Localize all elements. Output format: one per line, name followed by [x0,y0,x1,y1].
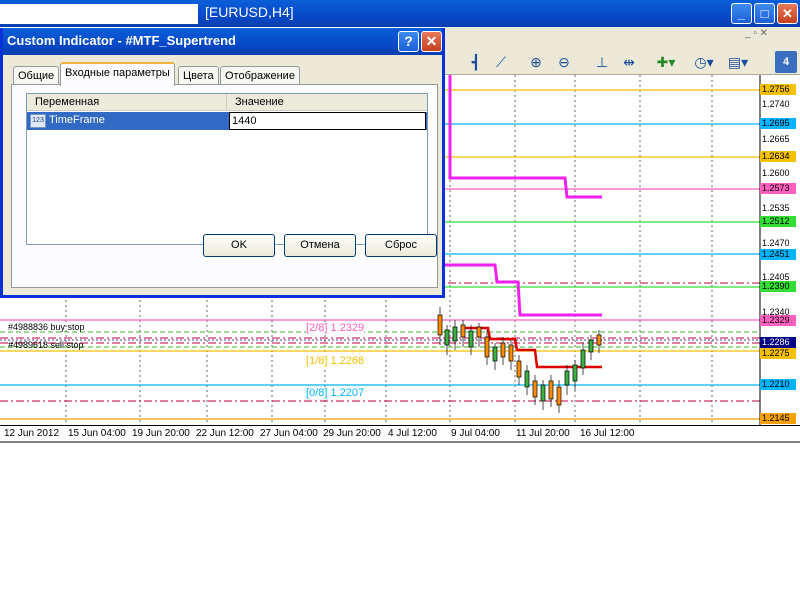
time-tick: 9 Jul 04:00 [451,428,500,439]
parameters-grid: Переменная Значение 123 TimeFrame [26,93,428,245]
cancel-button[interactable]: Отмена [284,234,356,257]
mdi-controls[interactable]: _ ▫ ✕ [745,28,800,44]
price-tick: 1.2535 [762,203,790,213]
murrey-level-label: [2/8] 1.2329 [306,322,365,334]
tab-input-parameters[interactable]: Входные параметры [60,62,175,86]
sell-stop-order-label[interactable]: #4989618 sell stop [8,340,84,350]
tab-colors[interactable]: Цвета [178,66,219,85]
price-level-label: 1.2145 [760,413,796,424]
murrey-level-label: [1/8] 1.2268 [306,355,365,367]
current-price-label: 1.2286 [760,337,796,348]
title-redacted-box [0,4,198,24]
price-level-label: 1.2512 [760,216,796,227]
dialog-close-button[interactable]: ✕ [421,31,442,52]
zoom-in-icon[interactable]: ⊕ [525,51,547,73]
minimize-button[interactable]: _ [731,3,752,24]
maximize-button[interactable]: □ [754,3,775,24]
timeframe-value-input[interactable] [229,112,426,130]
time-tick: 15 Jun 04:00 [68,428,126,439]
column-header-variable[interactable]: Переменная [27,94,227,111]
time-tick: 27 Jun 04:00 [260,428,318,439]
window-title: [EURUSD,H4] [205,4,294,20]
murrey-level-label: [0/8] 1.2207 [306,387,365,399]
time-tick: 16 Jul 12:00 [580,428,635,439]
time-tick: 11 Jul 20:00 [516,428,570,439]
time-tick: 4 Jul 12:00 [388,428,437,439]
dialog-title: Custom Indicator - #MTF_Supertrend [7,33,236,48]
price-tick: 1.2665 [762,134,790,144]
integer-type-icon: 123 [30,114,46,128]
help-badge[interactable]: 4 [775,51,797,73]
tab-general[interactable]: Общие [13,66,60,85]
custom-indicator-dialog: Custom Indicator - #MTF_Supertrend ? ✕ О… [0,28,445,298]
bar-chart-icon[interactable]: ┫ [465,51,487,73]
dialog-title-bar[interactable]: Custom Indicator - #MTF_Supertrend ? ✕ [3,28,442,55]
price-tick: 1.2740 [762,99,790,109]
ok-button[interactable]: OK [203,234,275,257]
price-tick: 1.2470 [762,238,790,248]
variable-name: TimeFrame [49,114,105,126]
price-level-label: 1.2329 [760,315,796,326]
table-row[interactable]: 123 TimeFrame [27,112,427,130]
indicators-icon[interactable]: ✚▾ [655,51,677,73]
column-header-value[interactable]: Значение [227,94,427,111]
toolbar: _ ▫ ✕ ┫ ⟋ ⊕ ⊖ ⊥ ⇹ ✚▾ ◷▾ ▤▾ 4 [445,27,800,75]
tab-panel: Переменная Значение 123 TimeFrame [11,84,438,288]
reset-button[interactable]: Сброс [365,234,437,257]
price-tick: 1.2600 [762,168,790,178]
time-tick: 12 Jun 2012 [4,428,60,439]
main-title-bar: [EURUSD,H4] _ □ ✕ [0,0,800,27]
price-level-label: 1.2695 [760,118,796,129]
line-chart-icon[interactable]: ⟋ [490,51,512,73]
time-axis: 12 Jun 2012 15 Jun 04:00 19 Jun 20:00 22… [0,425,800,441]
help-button[interactable]: ? [398,31,419,52]
chart-shift-icon[interactable]: ⇹ [618,51,640,73]
price-level-label: 1.2390 [760,281,796,292]
buy-stop-order-label[interactable]: #4988836 buy stop [8,322,85,332]
time-tick: 19 Jun 20:00 [132,428,190,439]
close-window-button[interactable]: ✕ [777,3,798,24]
time-tick: 29 Jun 20:00 [323,428,381,439]
price-level-label: 1.2210 [760,379,796,390]
period-icon[interactable]: ◷▾ [693,51,715,73]
tab-display[interactable]: Отображение [220,66,300,85]
time-tick: 22 Jun 12:00 [196,428,254,439]
price-level-label: 1.2756 [760,84,796,95]
templates-icon[interactable]: ▤▾ [727,51,749,73]
lower-pane [0,441,800,600]
price-level-label: 1.2634 [760,151,796,162]
price-level-label: 1.2573 [760,183,796,194]
price-level-label: 1.2451 [760,249,796,260]
autoscroll-icon[interactable]: ⊥ [591,51,613,73]
zoom-out-icon[interactable]: ⊖ [553,51,575,73]
price-level-label: 1.2275 [760,348,796,359]
